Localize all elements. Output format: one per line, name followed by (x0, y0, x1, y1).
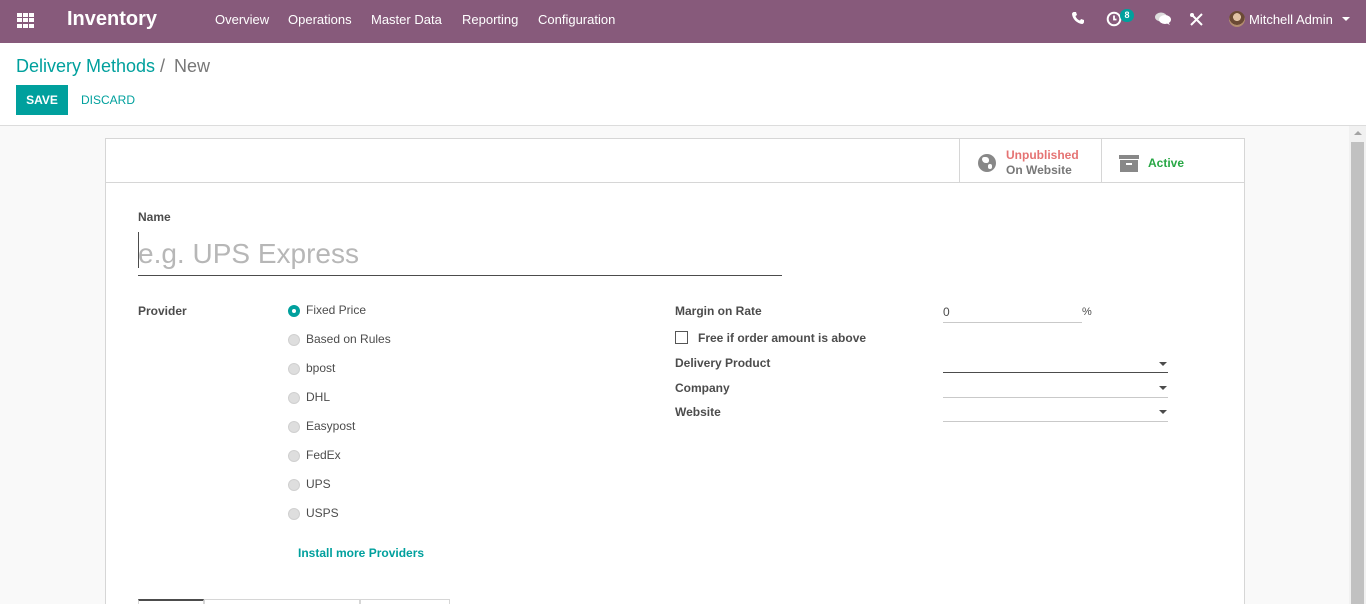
radio-button[interactable] (288, 421, 300, 433)
free-over-label: Free if order amount is above (698, 331, 867, 345)
margin-on-rate-underline (943, 322, 1082, 323)
name-input[interactable] (138, 232, 782, 276)
vertical-scrollbar[interactable] (1349, 126, 1366, 604)
radio-button[interactable] (288, 508, 300, 520)
website-sub-label: On Website (1006, 163, 1072, 177)
scrollbar-thumb[interactable] (1351, 142, 1364, 604)
provider-option-fedex[interactable]: FedEx (288, 447, 408, 465)
form-sheet: Unpublished On Website Active Name Provi… (105, 138, 1245, 604)
chevron-down-icon[interactable] (1342, 17, 1350, 21)
notebook-tab-1[interactable] (138, 599, 204, 604)
control-panel: Delivery Methods / New SAVE DISCARD (0, 43, 1366, 126)
provider-label: Provider (138, 304, 187, 318)
menu-reporting[interactable]: Reporting (462, 12, 518, 27)
menu-overview[interactable]: Overview (215, 12, 269, 27)
notebook-tab-3[interactable] (360, 599, 450, 604)
provider-option-usps[interactable]: USPS (288, 505, 408, 523)
provider-option-label: UPS (306, 477, 331, 491)
company-label: Company (675, 381, 730, 395)
install-more-providers-link[interactable]: Install more Providers (298, 546, 424, 560)
provider-option-ups[interactable]: UPS (288, 476, 408, 494)
radio-button[interactable] (288, 479, 300, 491)
free-over-checkbox[interactable] (675, 331, 688, 344)
chevron-down-icon[interactable] (1159, 386, 1167, 390)
provider-option-label: FedEx (306, 448, 341, 462)
provider-option-label: Fixed Price (306, 303, 367, 317)
apps-icon[interactable] (17, 13, 34, 28)
provider-option-label: Based on Rules (306, 332, 391, 346)
user-avatar[interactable] (1229, 11, 1245, 27)
provider-option-label: DHL (306, 390, 331, 404)
radio-button[interactable] (288, 450, 300, 462)
website-status-label: Unpublished (1006, 148, 1079, 162)
margin-on-rate-input[interactable]: 0 (943, 305, 950, 319)
chevron-down-icon[interactable] (1159, 410, 1167, 414)
menu-configuration[interactable]: Configuration (538, 12, 615, 27)
margin-unit: % (1082, 306, 1092, 318)
archive-icon (1119, 155, 1139, 172)
menu-master-data[interactable]: Master Data (371, 12, 442, 27)
delivery-product-input[interactable] (943, 372, 1168, 373)
radio-button[interactable] (288, 363, 300, 375)
chat-icon[interactable] (1154, 11, 1172, 31)
radio-button[interactable] (288, 305, 300, 317)
smart-button-box: Unpublished On Website Active (106, 139, 1244, 183)
website-publish-button[interactable]: Unpublished On Website (959, 139, 1101, 183)
provider-option-bpost[interactable]: bpost (288, 360, 408, 378)
app-title[interactable]: Inventory (67, 8, 157, 31)
user-menu[interactable]: Mitchell Admin (1249, 12, 1333, 27)
website-input[interactable] (943, 421, 1168, 422)
text-cursor (138, 232, 139, 268)
provider-option-based-on-rules[interactable]: Based on Rules (288, 331, 408, 349)
provider-option-label: Easypost (306, 419, 356, 433)
save-button[interactable]: SAVE (16, 85, 68, 115)
debug-tools-icon[interactable] (1189, 12, 1204, 32)
menu-operations[interactable]: Operations (288, 12, 352, 27)
provider-option-label: USPS (306, 506, 339, 520)
chevron-down-icon[interactable] (1159, 362, 1167, 366)
globe-icon (978, 154, 996, 172)
radio-button[interactable] (288, 334, 300, 346)
active-toggle-button[interactable]: Active (1101, 139, 1244, 183)
provider-option-dhl[interactable]: DHL (288, 389, 408, 407)
discard-button[interactable]: DISCARD (73, 85, 143, 115)
notebook-tab-2[interactable] (204, 599, 360, 604)
active-label: Active (1148, 156, 1185, 170)
top-navbar: Inventory Overview Operations Master Dat… (0, 0, 1366, 43)
breadcrumb-parent-link[interactable]: Delivery Methods (16, 56, 155, 77)
name-label: Name (138, 210, 171, 224)
radio-button[interactable] (288, 392, 300, 404)
margin-on-rate-label: Margin on Rate (675, 304, 762, 318)
scroll-up-arrow-icon[interactable] (1354, 131, 1362, 135)
provider-option-easypost[interactable]: Easypost (288, 418, 408, 436)
provider-option-fixed-price[interactable]: Fixed Price (288, 302, 408, 320)
breadcrumb-current: New (174, 56, 211, 76)
activity-count-badge: 8 (1120, 9, 1134, 22)
company-input[interactable] (943, 397, 1168, 398)
website-label: Website (675, 405, 721, 419)
provider-option-label: bpost (306, 361, 336, 375)
breadcrumb-separator: / (160, 56, 166, 76)
phone-icon[interactable] (1071, 11, 1085, 30)
delivery-product-label: Delivery Product (675, 356, 771, 370)
